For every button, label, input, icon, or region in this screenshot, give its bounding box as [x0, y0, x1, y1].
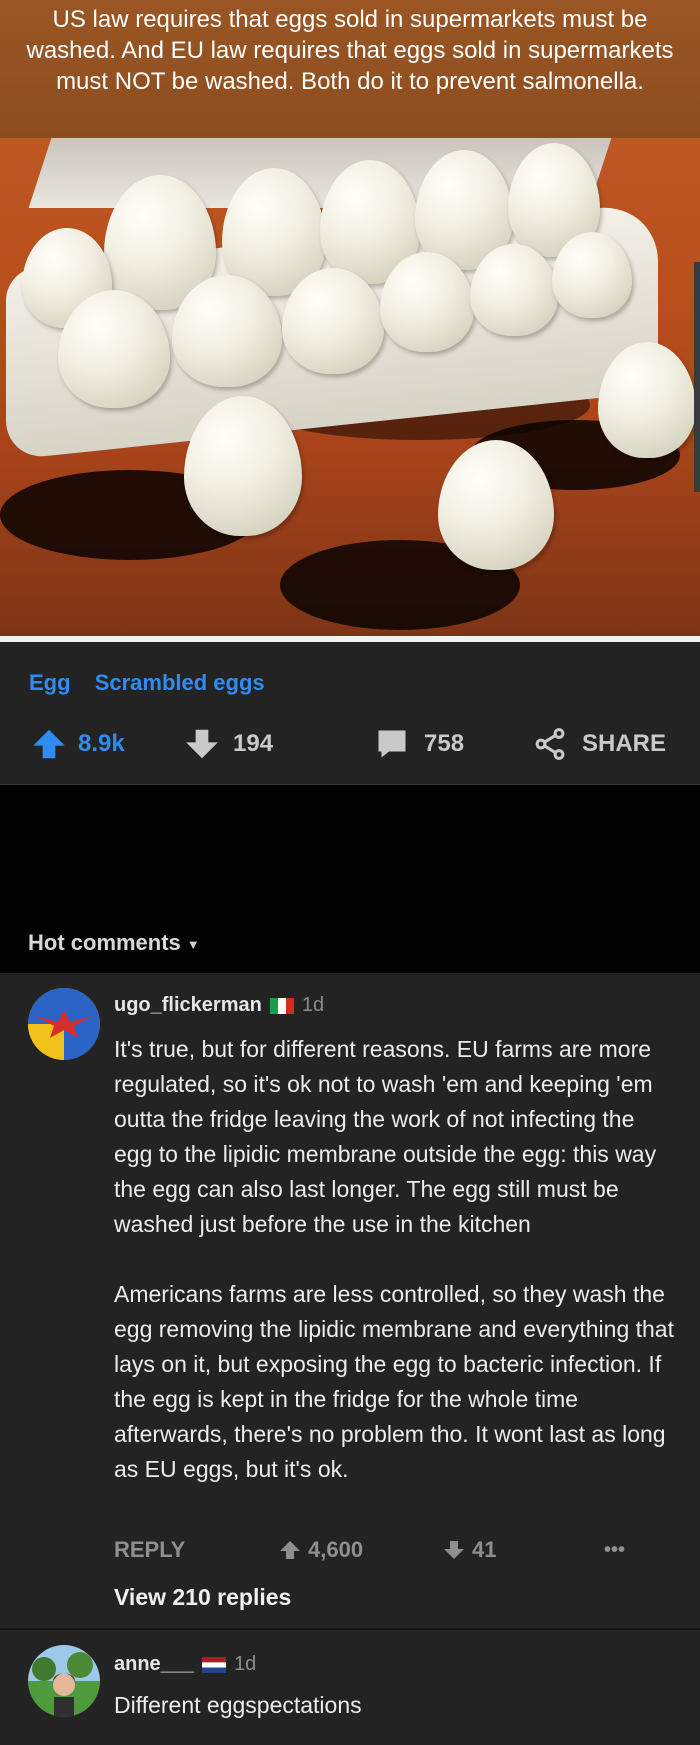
username: anne___	[114, 1653, 195, 1675]
avatar[interactable]	[28, 988, 100, 1060]
downvote-button[interactable]: 194	[183, 716, 273, 772]
upvote-arrow-icon	[33, 729, 65, 759]
username: ugo_flickerman	[114, 994, 262, 1016]
share-button[interactable]: SHARE	[532, 716, 666, 772]
comment-author[interactable]: ugo_flickerman 1d	[114, 994, 324, 1017]
comment-body: It's true, but for different reasons. EU…	[114, 1036, 674, 1482]
comment-time: 1d	[234, 1653, 257, 1675]
more-options-button[interactable]: •••	[604, 1530, 625, 1570]
comment-downvote-count: 41	[472, 1537, 497, 1562]
image-bottom-edge	[0, 636, 700, 642]
tag-egg[interactable]: Egg	[29, 670, 71, 695]
share-label: SHARE	[582, 730, 667, 757]
reply-button[interactable]: REPLY	[114, 1530, 185, 1570]
comment-author[interactable]: anne___ 1d	[114, 1653, 256, 1676]
italy-flag-icon	[269, 997, 294, 1014]
divider	[0, 1628, 700, 1630]
comment-count: 758	[424, 730, 465, 757]
upvote-button[interactable]: 8.9k	[30, 716, 125, 772]
downvote-arrow-icon	[444, 1541, 464, 1559]
post-caption: US law requires that eggs sold in superm…	[26, 6, 674, 95]
netherlands-flag-icon	[202, 1656, 227, 1673]
comment-sort-label: Hot comments	[28, 930, 181, 955]
avatar[interactable]	[28, 1645, 100, 1717]
comment-sort-dropdown[interactable]: Hot comments ▼	[28, 930, 200, 956]
downvote-arrow-icon	[186, 729, 218, 759]
post-tags: Egg Scrambled eggs	[29, 670, 283, 696]
share-icon	[535, 728, 565, 760]
comments-button[interactable]: 758	[374, 716, 464, 772]
upvote-count: 8.9k	[78, 730, 125, 757]
upvote-arrow-icon	[280, 1541, 300, 1559]
comment-actions: REPLY 4,600 41 •••	[114, 1530, 674, 1570]
caption-bar: US law requires that eggs sold in superm…	[0, 0, 700, 138]
comment-downvote-button[interactable]: 41	[442, 1530, 496, 1570]
view-replies-link[interactable]: View 210 replies	[114, 1584, 291, 1611]
post-actions: 8.9k 194 758 SHARE	[0, 716, 700, 772]
comment-upvote-count: 4,600	[308, 1537, 364, 1562]
scroll-indicator	[694, 262, 700, 492]
caret-down-icon: ▼	[186, 936, 200, 952]
tag-scrambled-eggs[interactable]: Scrambled eggs	[95, 670, 265, 695]
comment-bubble-icon	[378, 730, 406, 758]
comment-body: Different eggspectations	[114, 1692, 362, 1718]
comment-upvote-button[interactable]: 4,600	[278, 1530, 363, 1570]
post-image[interactable]: US law requires that eggs sold in superm…	[0, 0, 700, 642]
downvote-count: 194	[233, 730, 274, 757]
comment-time: 1d	[301, 994, 325, 1016]
